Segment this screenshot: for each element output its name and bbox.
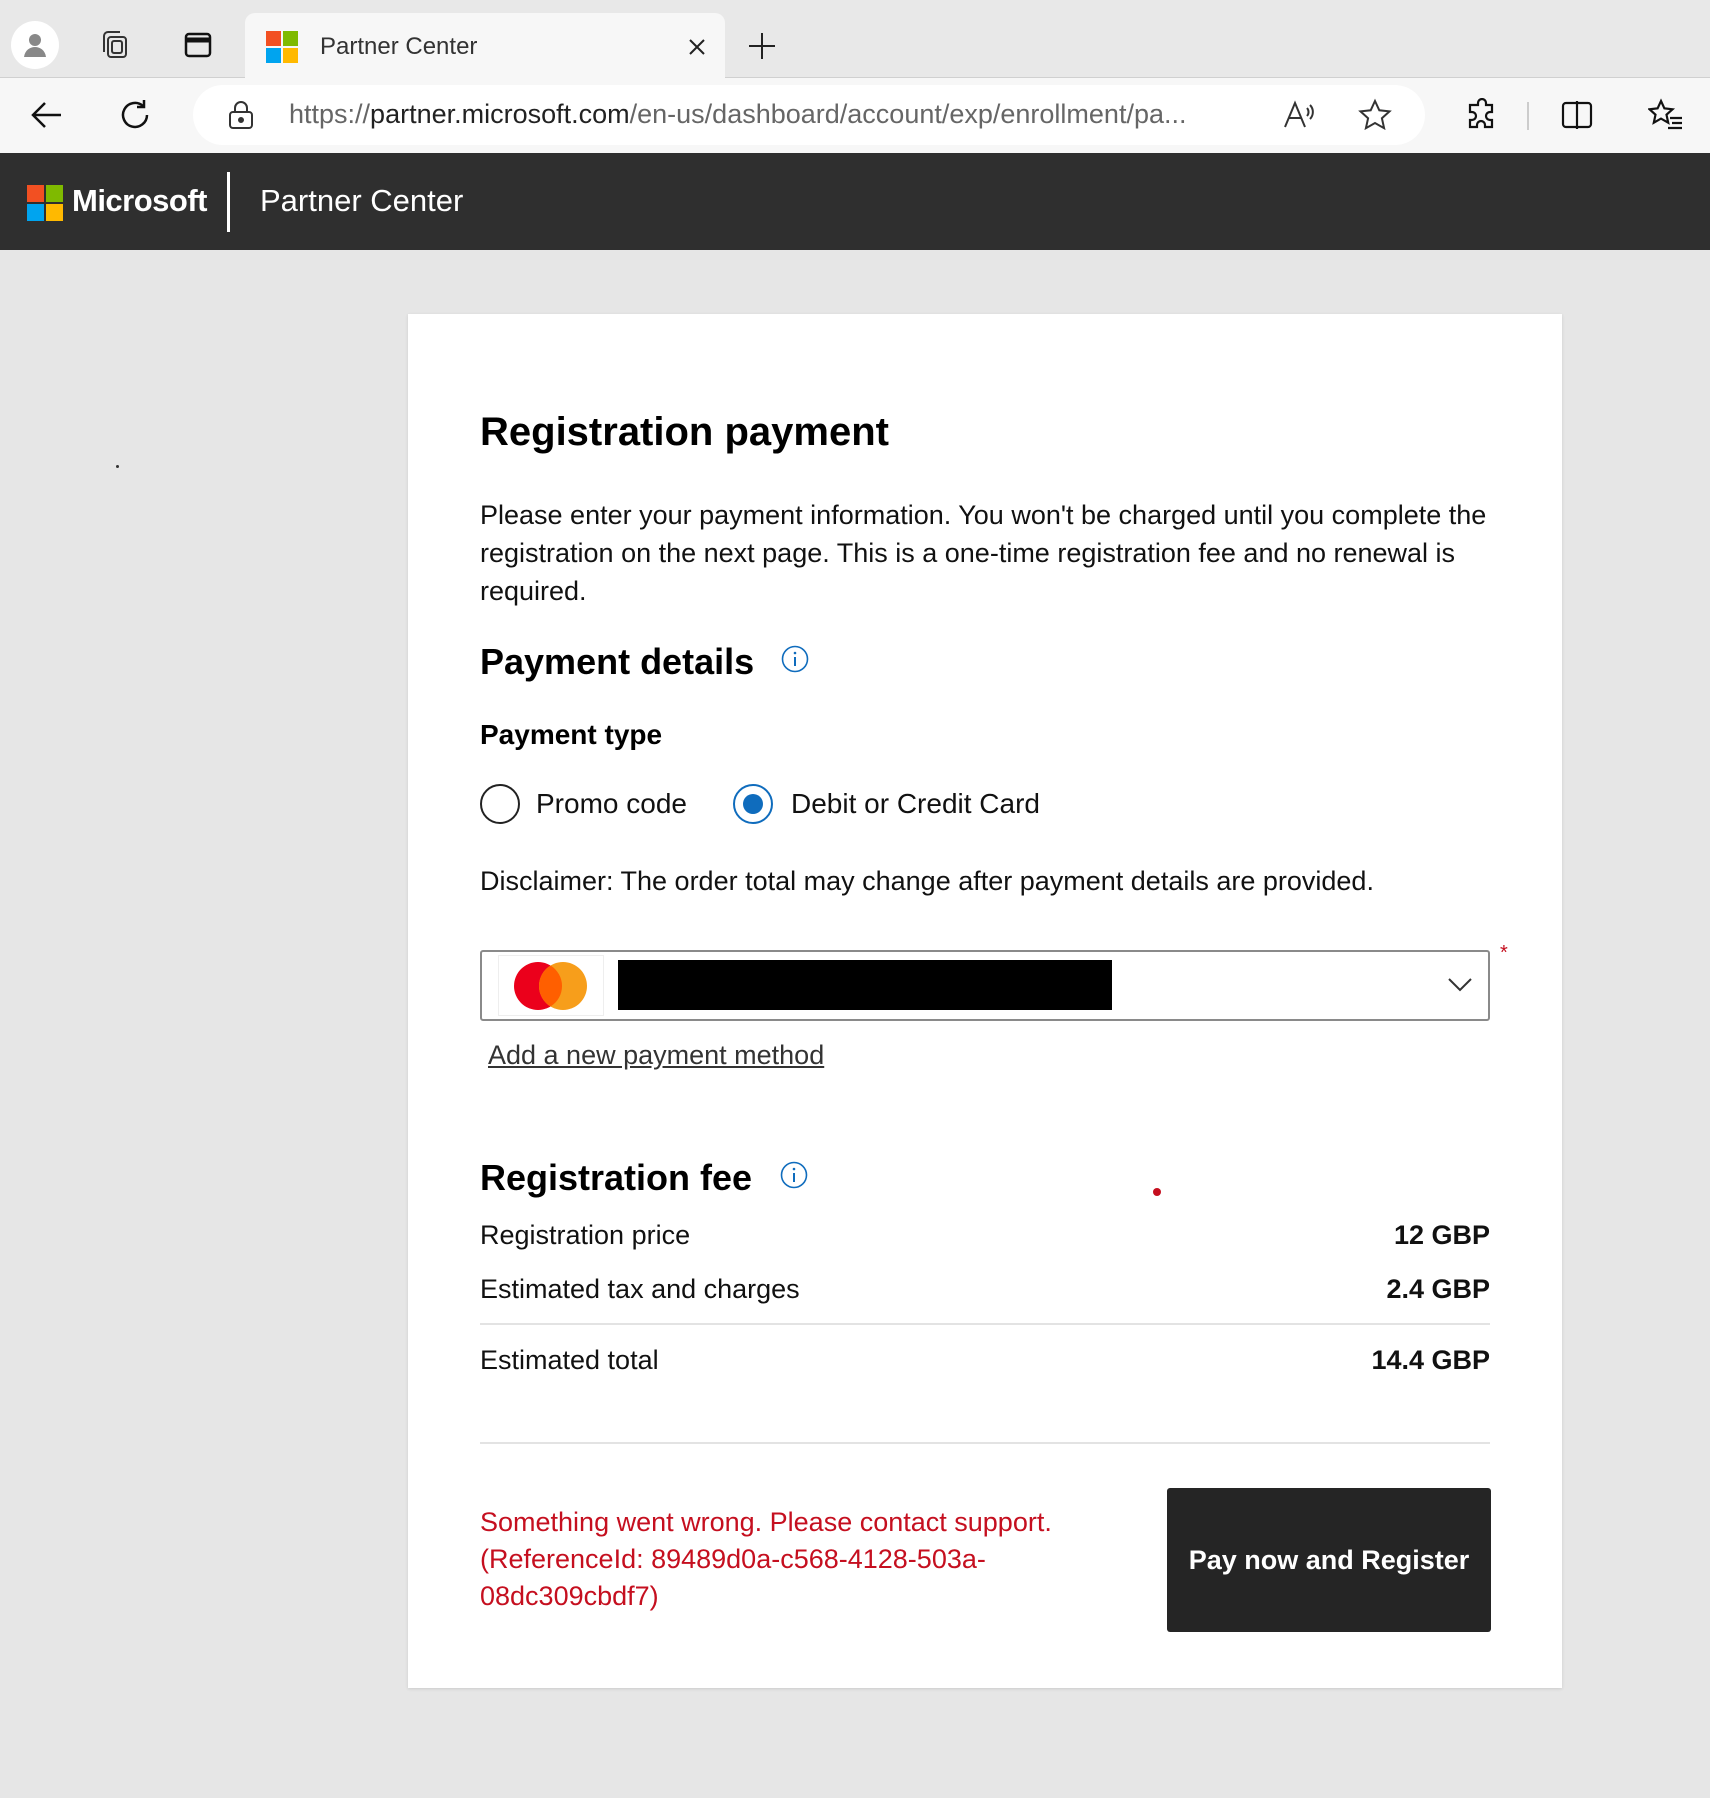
tab-partner-center[interactable]: Partner Center xyxy=(245,13,725,79)
page-title: Registration payment xyxy=(480,410,889,454)
tab-actions-icon[interactable] xyxy=(174,21,222,69)
total-value: 14.4 GBP xyxy=(1371,1345,1490,1375)
refresh-icon[interactable] xyxy=(110,90,160,140)
promo-code-label[interactable]: Promo code xyxy=(536,788,687,820)
address-bar[interactable]: https://partner.microsoft.com/en-us/dash… xyxy=(193,85,1425,145)
star-icon[interactable] xyxy=(1353,93,1397,137)
add-payment-method-link[interactable]: Add a new payment method xyxy=(488,1040,824,1071)
registration-payment-card: Registration payment Please enter your p… xyxy=(408,314,1562,1688)
microsoft-logo-icon[interactable] xyxy=(27,185,63,221)
total-label: Estimated total xyxy=(480,1345,659,1375)
browser-toolbar: https://partner.microsoft.com/en-us/dash… xyxy=(0,78,1710,153)
stray-red-dot xyxy=(1153,1188,1161,1196)
brand-name[interactable]: Microsoft xyxy=(72,183,208,219)
product-name[interactable]: Partner Center xyxy=(260,183,463,219)
back-icon[interactable] xyxy=(22,90,72,140)
debit-credit-card-radio[interactable] xyxy=(733,784,773,824)
pay-now-register-button[interactable]: Pay now and Register xyxy=(1167,1488,1491,1632)
divider xyxy=(480,1442,1490,1444)
fee-row-estimated-tax: Estimated tax and charges 2.4 GBP xyxy=(480,1274,1490,1314)
lock-icon[interactable] xyxy=(227,99,255,131)
close-icon[interactable] xyxy=(679,29,715,65)
fee-value: 2.4 GBP xyxy=(1386,1274,1490,1304)
chevron-down-icon[interactable] xyxy=(1446,970,1474,998)
collections-icon[interactable] xyxy=(91,21,139,69)
redacted-card-number xyxy=(618,960,1112,1010)
promo-code-radio[interactable] xyxy=(480,784,520,824)
debit-credit-card-label[interactable]: Debit or Credit Card xyxy=(791,788,1040,820)
extensions-icon[interactable] xyxy=(1457,90,1507,140)
info-icon[interactable] xyxy=(780,644,810,674)
info-icon[interactable] xyxy=(779,1160,809,1190)
fee-label: Registration price xyxy=(480,1220,691,1250)
browser-tab-strip: Partner Center xyxy=(0,0,1710,79)
intro-text: Please enter your payment information. Y… xyxy=(480,500,1487,606)
payment-type-label: Payment type xyxy=(480,719,663,750)
required-asterisk: * xyxy=(1500,942,1508,964)
mastercard-icon xyxy=(498,955,604,1016)
payment-details-heading: Payment details xyxy=(480,641,755,682)
fee-value: 12 GBP xyxy=(1393,1220,1490,1250)
fee-row-registration-price: Registration price 12 GBP xyxy=(480,1220,1490,1260)
registration-fee-heading: Registration fee xyxy=(480,1157,753,1198)
error-message: Something went wrong. Please contact sup… xyxy=(480,1507,1052,1611)
divider xyxy=(480,1323,1490,1325)
profile-icon[interactable] xyxy=(11,21,59,69)
header-divider xyxy=(227,172,230,232)
plus-icon[interactable] xyxy=(740,24,784,68)
fee-label: Estimated tax and charges xyxy=(480,1274,800,1304)
read-aloud-icon[interactable] xyxy=(1278,93,1322,137)
fee-row-estimated-total: Estimated total 14.4 GBP xyxy=(480,1345,1490,1385)
favorites-icon[interactable] xyxy=(1641,90,1691,140)
stray-dot xyxy=(116,465,119,468)
microsoft-logo-icon xyxy=(266,31,298,63)
tab-title: Partner Center xyxy=(320,33,478,60)
toolbar-divider xyxy=(1527,102,1529,130)
url-text[interactable]: https://partner.microsoft.com/en-us/dash… xyxy=(289,99,1249,130)
payment-method-select[interactable] xyxy=(480,950,1490,1021)
app-header: Microsoft Partner Center xyxy=(0,153,1710,250)
disclaimer-text: Disclaimer: The order total may change a… xyxy=(480,866,1374,896)
split-screen-icon[interactable] xyxy=(1552,90,1602,140)
